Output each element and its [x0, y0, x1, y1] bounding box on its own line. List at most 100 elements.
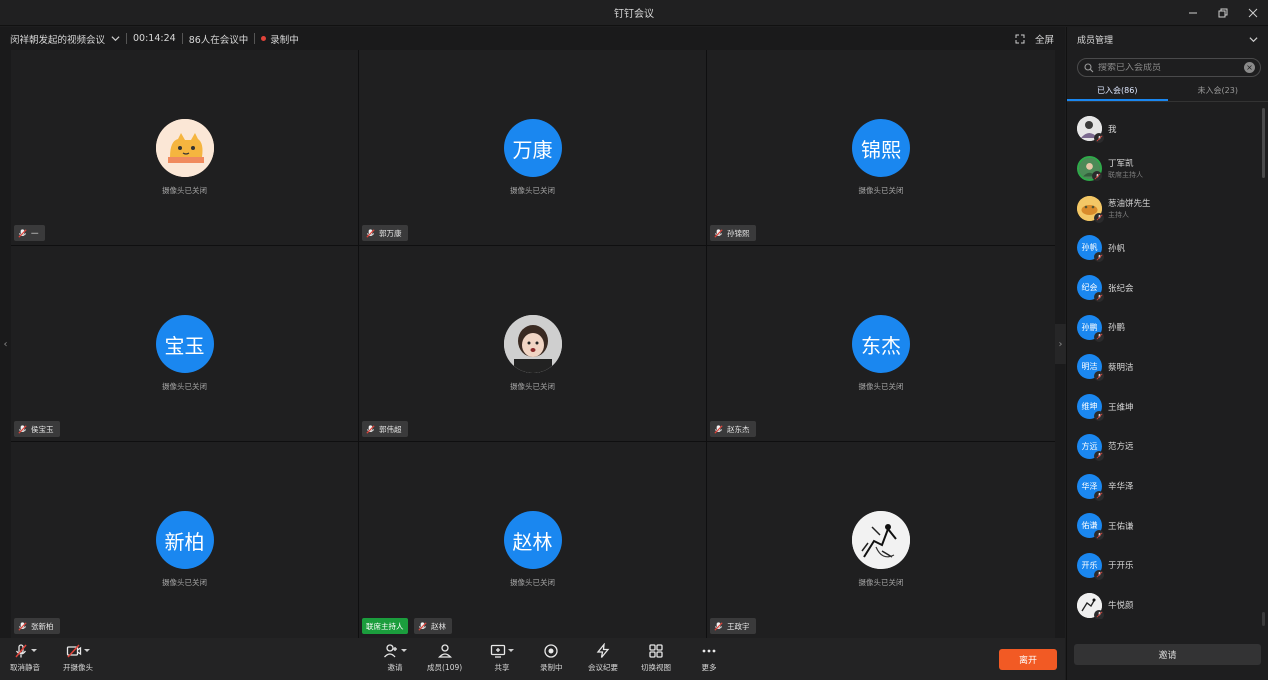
list-item[interactable]: 我 [1067, 109, 1261, 149]
member-name: 王佑谦 [1108, 521, 1134, 532]
divider [254, 33, 256, 44]
scrollbar-track-end[interactable] [1262, 612, 1265, 626]
clear-search-icon[interactable]: × [1244, 62, 1255, 73]
leave-button[interactable]: 离开 [999, 649, 1057, 670]
unmute-label: 取消静音 [10, 663, 40, 672]
minutes-button[interactable]: 会议纪要 [588, 642, 618, 673]
list-item[interactable]: 华泽 辛华泽 [1067, 466, 1261, 506]
list-item[interactable]: 葱油饼先生 主持人 [1067, 188, 1261, 228]
chevron-down-icon[interactable] [1249, 35, 1258, 44]
video-tile[interactable]: 万康 摄像头已关闭 郭万康 [359, 50, 706, 245]
prev-page-button[interactable]: ‹ [0, 324, 11, 364]
restore-button[interactable] [1208, 0, 1238, 26]
participant-nametag: 郭伟超 [362, 421, 408, 437]
caret-down-icon[interactable] [401, 649, 407, 652]
child-photo-avatar [503, 315, 562, 373]
fullscreen-icon [1015, 34, 1025, 43]
list-item[interactable]: 开乐 于开乐 [1067, 546, 1261, 586]
fullscreen-button[interactable]: 全屏 [1015, 27, 1054, 50]
participant-nametag: 孙锦熙 [710, 225, 756, 241]
members-icon [437, 643, 452, 658]
member-role: 联席主持人 [1108, 171, 1143, 180]
member-tabs: 已入会(86) 未入会(23) [1067, 82, 1268, 102]
list-item[interactable]: 明洁 蔡明洁 [1067, 347, 1261, 387]
video-tile[interactable]: 赵林 摄像头已关闭 联席主持人 赵林 [359, 442, 706, 638]
recording-status: 录制中 [261, 32, 299, 46]
mic-muted-icon [1096, 373, 1102, 380]
member-name: 牛悦颜 [1108, 601, 1134, 612]
tab-not-joined[interactable]: 未入会(23) [1168, 82, 1268, 101]
share-button[interactable]: 共享 [490, 642, 514, 673]
text-avatar: 万康 [503, 119, 562, 177]
more-button[interactable]: 更多 [701, 642, 717, 673]
mic-muted-icon [714, 424, 723, 434]
close-button[interactable] [1238, 0, 1268, 26]
video-tile[interactable]: 摄像头已关闭 郭伟超 [359, 246, 706, 441]
mic-muted-icon [1096, 571, 1102, 578]
camera-button[interactable]: 开摄像头 [63, 642, 93, 673]
invite-button[interactable]: 邀请 [383, 642, 407, 673]
child-photo-icon [503, 315, 562, 373]
meeting-duration: 00:14:24 [133, 33, 176, 44]
member-name: 蔡明洁 [1108, 362, 1134, 373]
text-avatar: 华泽 [1077, 473, 1104, 501]
caret-down-icon[interactable] [31, 649, 37, 652]
list-item[interactable]: 孙鹏 孙鹏 [1067, 307, 1261, 347]
next-page-button[interactable]: › [1055, 324, 1066, 364]
add-user-icon [384, 643, 397, 657]
member-name: 王维坤 [1108, 402, 1134, 413]
mic-muted-badge [1094, 569, 1104, 580]
invite-member-button[interactable]: 邀请 [1074, 644, 1261, 665]
list-item[interactable]: 丁军凯 联席主持人 [1067, 149, 1261, 189]
chevron-down-icon [111, 36, 120, 42]
recording-dot-icon [261, 36, 267, 41]
participant-name: 郭万康 [379, 228, 402, 238]
list-item[interactable]: 维坤 王维坤 [1067, 387, 1261, 427]
tab-joined[interactable]: 已入会(86) [1067, 82, 1168, 101]
video-tile[interactable]: 摄像头已关闭 王政宇 [707, 442, 1055, 638]
camera-off-status: 摄像头已关闭 [510, 578, 555, 587]
mic-muted-icon [1096, 611, 1102, 618]
switch-view-button[interactable]: 切换视图 [641, 642, 671, 673]
member-name: 范方远 [1108, 442, 1134, 453]
recording-label: 录制中 [270, 34, 299, 46]
avatar-text: 明洁 [1081, 362, 1098, 372]
participant-nametag: 郭万康 [362, 225, 408, 241]
video-tile[interactable]: 宝玉 摄像头已关闭 侯宝玉 [11, 246, 358, 441]
minimize-button[interactable] [1178, 0, 1208, 26]
list-item[interactable]: 方远 范方远 [1067, 427, 1261, 467]
video-tile[interactable]: 摄像头已关闭 一 [11, 50, 358, 245]
meeting-name-dropdown[interactable]: 闵祥朝发起的视频会议 [10, 32, 120, 46]
member-name: 我 [1108, 124, 1117, 135]
member-name: 辛华泽 [1108, 482, 1134, 493]
text-avatar: 孙鹏 [1077, 314, 1104, 342]
record-button[interactable]: 录制中 [540, 642, 563, 673]
list-item[interactable]: 牛悦颜 [1067, 585, 1261, 619]
video-tile[interactable]: 东杰 摄像头已关闭 赵东杰 [707, 246, 1055, 441]
mic-muted-icon [714, 621, 723, 631]
list-item[interactable]: 孙帆 孙帆 [1067, 228, 1261, 268]
text-avatar: 佑谦 [1077, 513, 1104, 541]
members-label: 成员(109) [427, 663, 463, 672]
unmute-button[interactable]: 取消静音 [10, 642, 40, 673]
caret-down-icon[interactable] [84, 649, 90, 652]
mic-muted-icon [366, 424, 375, 434]
text-avatar: 宝玉 [155, 315, 214, 373]
list-item[interactable]: 佑谦 王佑谦 [1067, 506, 1261, 546]
fullscreen-label: 全屏 [1034, 34, 1054, 46]
caret-down-icon[interactable] [508, 649, 514, 652]
video-tile[interactable]: 新柏 摄像头已关闭 张新柏 [11, 442, 358, 638]
member-list: 我 丁军凯 联席主持人 葱油饼先生 主持人 孙帆 孙帆 纪会 张纪会 孙鹏 孙鹏… [1067, 109, 1261, 619]
co-host-badge: 联席主持人 [362, 618, 408, 634]
text-avatar: 赵林 [503, 511, 562, 569]
mic-muted-icon [18, 621, 27, 631]
list-item[interactable]: 纪会 张纪会 [1067, 268, 1261, 308]
members-button[interactable]: 成员(109) [427, 642, 462, 673]
member-list-scrollbar[interactable] [1262, 108, 1265, 178]
avatar-text: 开乐 [1081, 560, 1098, 570]
cat-sticker-avatar [155, 119, 214, 177]
camera-off-status: 摄像头已关闭 [162, 382, 207, 391]
member-search-input[interactable] [1098, 62, 1238, 73]
video-tile[interactable]: 锦熙 摄像头已关闭 孙锦熙 [707, 50, 1055, 245]
member-search[interactable]: × [1077, 58, 1261, 77]
